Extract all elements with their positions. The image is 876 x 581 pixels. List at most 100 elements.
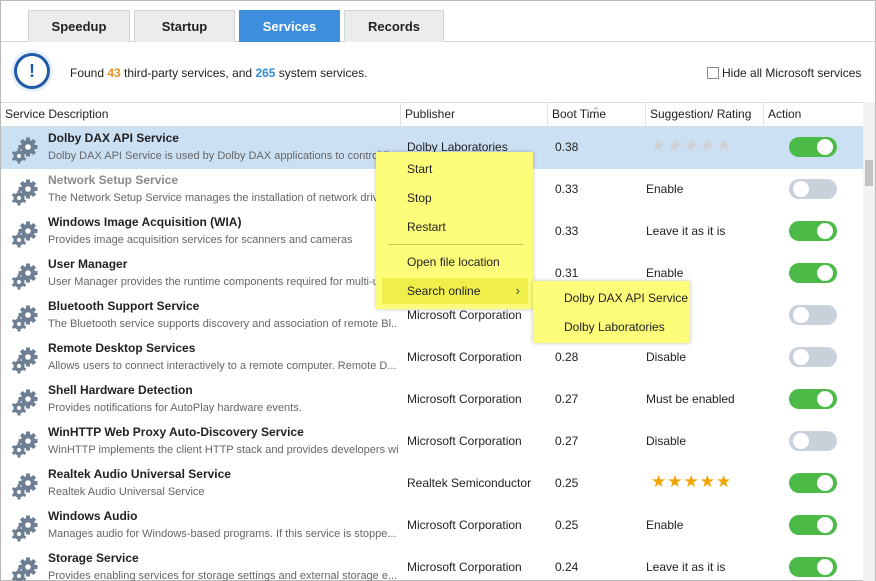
service-publisher: Realtek Semiconductor bbox=[407, 476, 532, 490]
chevron-right-icon: › bbox=[515, 283, 520, 298]
services-summary: Found 43 third-party services, and 265 s… bbox=[70, 66, 367, 80]
column-suggestion-rating[interactable]: Suggestion/ Rating bbox=[646, 103, 764, 126]
table-row[interactable]: Storage Service Provides enabling service… bbox=[1, 547, 863, 581]
submenu-search-service-name[interactable]: Dolby DAX API Service bbox=[533, 285, 690, 311]
gear-icon bbox=[10, 303, 40, 333]
service-boot-time: 0.31 bbox=[555, 266, 579, 280]
column-boot-time[interactable]: Boot Time ^ bbox=[548, 103, 646, 126]
toggle-knob bbox=[817, 517, 833, 533]
service-suggestion: Leave it as it is bbox=[646, 560, 726, 574]
service-name: Bluetooth Support Service bbox=[48, 299, 200, 313]
service-toggle[interactable] bbox=[789, 263, 837, 283]
service-suggestion: Disable bbox=[646, 434, 687, 448]
submenu-search-publisher[interactable]: Dolby Laboratories bbox=[533, 314, 690, 340]
rating-stars: ★★★★★ bbox=[651, 136, 733, 155]
service-name: Storage Service bbox=[48, 551, 139, 565]
service-toggle[interactable] bbox=[789, 137, 837, 157]
gear-icon bbox=[10, 513, 40, 543]
service-toggle[interactable] bbox=[789, 305, 837, 325]
system-count: 265 bbox=[255, 66, 276, 80]
service-toggle[interactable] bbox=[789, 557, 837, 577]
service-name: Shell Hardware Detection bbox=[48, 383, 193, 397]
menu-start[interactable]: Start bbox=[382, 156, 528, 182]
toggle-knob bbox=[817, 391, 833, 407]
summary-prefix: Found bbox=[70, 66, 108, 80]
app-window: Speedup Startup Services Records ! Found… bbox=[0, 0, 876, 581]
service-toggle[interactable] bbox=[789, 347, 837, 367]
toggle-knob bbox=[793, 307, 809, 323]
context-menu: Start Stop Restart Open file location Se… bbox=[376, 152, 533, 309]
menu-search-online[interactable]: Search online › bbox=[382, 278, 528, 304]
service-name: Windows Audio bbox=[48, 509, 138, 523]
service-description: The Network Setup Service manages the in… bbox=[48, 192, 398, 204]
service-boot-time: 0.27 bbox=[555, 392, 579, 406]
sort-ascending-icon: ^ bbox=[594, 106, 598, 115]
gear-icon bbox=[10, 387, 40, 417]
service-toggle[interactable] bbox=[789, 179, 837, 199]
service-toggle[interactable] bbox=[789, 515, 837, 535]
scrollbar-thumb[interactable] bbox=[865, 160, 873, 186]
search-online-label: Search online bbox=[407, 284, 481, 298]
summary-middle: third-party services, and bbox=[120, 66, 256, 80]
hide-microsoft-checkbox[interactable] bbox=[707, 67, 719, 79]
service-description: Dolby DAX API Service is used by Dolby D… bbox=[48, 150, 398, 162]
service-toggle[interactable] bbox=[789, 389, 837, 409]
service-boot-time: 0.25 bbox=[555, 518, 579, 532]
service-toggle[interactable] bbox=[789, 431, 837, 451]
service-publisher: Microsoft Corporation bbox=[407, 434, 522, 448]
tab-services[interactable]: Services bbox=[239, 10, 340, 42]
service-description: The Bluetooth service supports discovery… bbox=[48, 318, 398, 330]
service-description: Allows users to connect interactively to… bbox=[48, 360, 397, 372]
service-boot-time: 0.28 bbox=[555, 350, 579, 364]
service-description: User Manager provides the runtime compon… bbox=[48, 276, 398, 288]
service-boot-time: 0.25 bbox=[555, 476, 579, 490]
column-action[interactable]: Action bbox=[764, 103, 863, 126]
column-service-description[interactable]: Service Description bbox=[1, 103, 401, 126]
service-suggestion: Enable bbox=[646, 266, 684, 280]
tab-startup[interactable]: Startup bbox=[134, 10, 235, 42]
tab-bar: Speedup Startup Services Records bbox=[1, 1, 875, 42]
hide-microsoft-label: Hide all Microsoft services bbox=[722, 66, 862, 80]
info-banner: ! Found 43 third-party services, and 265… bbox=[1, 43, 875, 101]
service-publisher: Microsoft Corporation bbox=[407, 308, 522, 322]
menu-open-file-location[interactable]: Open file location bbox=[382, 249, 528, 275]
menu-restart[interactable]: Restart bbox=[382, 214, 528, 240]
toggle-knob bbox=[793, 433, 809, 449]
hide-microsoft-services-toggle[interactable]: Hide all Microsoft services bbox=[707, 66, 861, 80]
third-party-count: 43 bbox=[107, 66, 121, 80]
table-row[interactable]: Shell Hardware Detection Provides notific… bbox=[1, 379, 863, 421]
table-row[interactable]: Realtek Audio Universal Service Realtek A… bbox=[1, 463, 863, 505]
table-row[interactable]: Windows Audio Manages audio for Windows-b… bbox=[1, 505, 863, 547]
menu-stop[interactable]: Stop bbox=[382, 185, 528, 211]
gear-icon bbox=[10, 219, 40, 249]
service-suggestion: Enable bbox=[646, 182, 684, 196]
gear-icon bbox=[10, 177, 40, 207]
service-name: Windows Image Acquisition (WIA) bbox=[48, 215, 242, 229]
table-row[interactable]: Remote Desktop Services Allows users to c… bbox=[1, 337, 863, 379]
toggle-knob bbox=[793, 181, 809, 197]
service-publisher: Microsoft Corporation bbox=[407, 350, 522, 364]
table-row[interactable]: WinHTTP Web Proxy Auto-Discovery Service… bbox=[1, 421, 863, 463]
service-name: User Manager bbox=[48, 257, 128, 271]
service-suggestion: Enable bbox=[646, 518, 684, 532]
column-publisher[interactable]: Publisher bbox=[401, 103, 548, 126]
service-boot-time: 0.38 bbox=[555, 140, 579, 154]
gear-icon bbox=[10, 471, 40, 501]
service-name: Dolby DAX API Service bbox=[48, 131, 179, 145]
service-description: Realtek Audio Universal Service bbox=[48, 486, 205, 498]
service-description: WinHTTP implements the client HTTP stack… bbox=[48, 444, 398, 456]
service-publisher: Microsoft Corporation bbox=[407, 560, 522, 574]
service-toggle[interactable] bbox=[789, 473, 837, 493]
service-toggle[interactable] bbox=[789, 221, 837, 241]
tab-records[interactable]: Records bbox=[344, 10, 444, 42]
service-boot-time: 0.33 bbox=[555, 224, 579, 238]
vertical-scrollbar[interactable] bbox=[863, 102, 875, 581]
gear-icon bbox=[10, 429, 40, 459]
gear-icon bbox=[10, 261, 40, 291]
search-online-submenu: Dolby DAX API Service Dolby Laboratories bbox=[533, 281, 690, 343]
tab-speedup[interactable]: Speedup bbox=[28, 10, 130, 42]
toggle-knob bbox=[817, 265, 833, 281]
toggle-knob bbox=[817, 559, 833, 575]
service-publisher: Microsoft Corporation bbox=[407, 392, 522, 406]
summary-suffix: system services. bbox=[275, 66, 368, 80]
